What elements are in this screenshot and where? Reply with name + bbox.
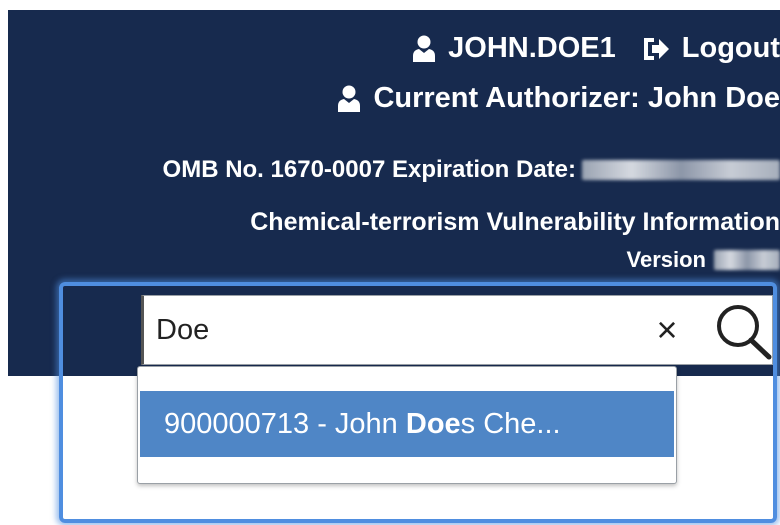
- suggestion-prefix: 900000713 - John: [164, 408, 406, 440]
- version-line: Version: [627, 247, 780, 273]
- search-icon[interactable]: [712, 302, 774, 360]
- suggestion-item[interactable]: 900000713 - John Does Che...: [140, 391, 674, 457]
- app-name: Chemical-terrorism Vulnerability Informa…: [250, 208, 780, 236]
- omb-line: OMB No. 1670-0007 Expiration Date:: [163, 156, 780, 184]
- version-label: Version: [626, 247, 706, 272]
- authorizer-row: Current Authorizer: John Doe: [337, 82, 780, 115]
- logout-link[interactable]: Logout: [682, 32, 780, 65]
- clear-icon[interactable]: ×: [649, 312, 685, 348]
- search-box: ×: [141, 295, 773, 365]
- redacted-version: [714, 250, 780, 270]
- suggestion-match: Doe: [405, 408, 461, 440]
- omb-text: OMB No. 1670-0007 Expiration Date:: [162, 156, 576, 183]
- suggestion-suffix: s Che...: [460, 408, 561, 440]
- logout-icon[interactable]: [642, 36, 670, 62]
- app-name-line: Chemical-terrorism Vulnerability Informa…: [250, 208, 780, 237]
- autocomplete-dropdown: 900000713 - John Does Che...: [137, 366, 677, 484]
- username-label[interactable]: JOHN.DOE1: [448, 32, 616, 65]
- search-input[interactable]: [156, 306, 616, 354]
- user-icon: [412, 35, 436, 62]
- current-authorizer-label: Current Authorizer: John Doe: [373, 82, 780, 114]
- redacted-expiration-date: [582, 160, 780, 180]
- user-row: JOHN.DOE1 Logout: [412, 32, 780, 65]
- authorizer-icon: [337, 85, 361, 112]
